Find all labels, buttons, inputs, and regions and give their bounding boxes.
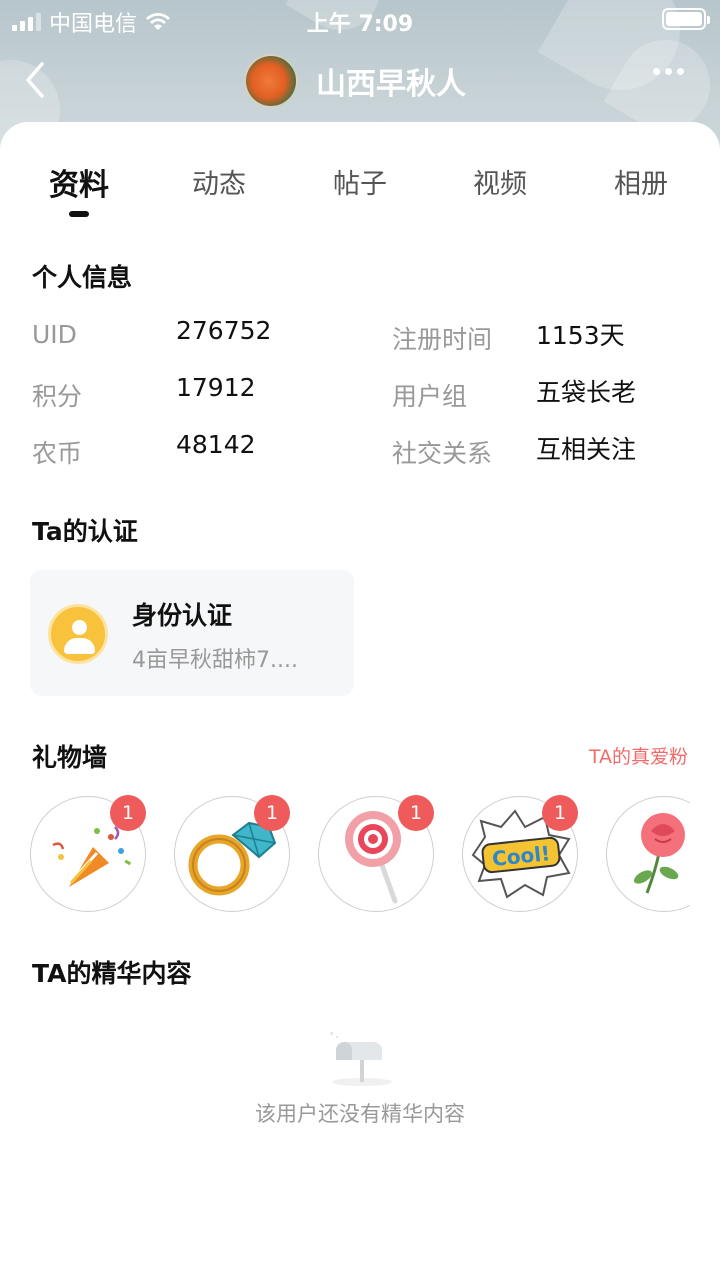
personal-info-title: 个人信息 [32,263,133,292]
back-arrow-icon[interactable] [22,60,52,100]
info-label-user-group: 用户组 [392,382,468,411]
certification-title: Ta的认证 [32,517,138,546]
info-label-coins: 农币 [32,439,83,468]
gift-count-badge: 1 [542,795,578,831]
tab-activity[interactable]: 动态 [164,162,274,201]
true-fans-link[interactable]: TA的真爱粉 [589,742,688,769]
info-value-register-time: 1153天 [536,321,625,350]
active-tab-indicator [69,211,89,217]
info-label-uid: UID [32,320,77,349]
more-options-icon[interactable] [653,68,684,75]
gift-count-badge: 1 [254,795,290,831]
info-row: 农币 48142 社交关系 互相关注 [0,426,720,468]
info-value-user-group: 五袋长老 [536,378,637,407]
battery-icon [662,8,710,30]
tab-posts[interactable]: 帖子 [305,162,415,201]
info-value-coins: 48142 [176,430,256,459]
info-label-social: 社交关系 [392,439,493,468]
info-value-points: 17912 [176,373,256,402]
identity-certification-card[interactable]: 身份认证 4亩早秋甜柿7.... [30,570,354,696]
info-value-social: 互相关注 [536,435,637,464]
cert-description: 4亩早秋甜柿7.... [132,648,298,673]
tab-profile[interactable]: 资料 [24,160,134,204]
cert-title: 身份认证 [132,601,233,630]
info-value-uid: 276752 [176,316,272,345]
gift-wall-title: 礼物墙 [32,743,108,772]
nav-user: 山西早秋人 [244,54,466,108]
info-label-points: 积分 [32,382,83,411]
status-bar: 中国电信 上午 7:09 [0,0,720,40]
gift-count-badge: 1 [398,795,434,831]
status-time: 上午 7:09 [306,12,414,37]
nav-title: 山西早秋人 [316,67,466,102]
gift-rose[interactable] [606,796,690,912]
gift-count-badge: 1 [110,795,146,831]
empty-mailbox-icon [330,1032,392,1086]
user-avatar[interactable] [244,54,298,108]
profile-card: 资料 动态 帖子 视频 相册 个人信息 UID 276752 注册时间 1153… [0,122,720,1280]
info-row: UID 276752 注册时间 1153天 [0,312,720,354]
info-label-register-time: 注册时间 [392,325,493,354]
tab-album[interactable]: 相册 [586,162,696,201]
empty-featured-text: 该用户还没有精华内容 [255,1102,465,1126]
info-row: 积分 17912 用户组 五袋长老 [0,369,720,411]
user-badge-icon [48,604,108,664]
rose-icon [633,813,685,894]
featured-content-title: TA的精华内容 [32,959,192,988]
tab-videos[interactable]: 视频 [445,162,555,201]
profile-tabs: 资料 动态 帖子 视频 相册 [0,162,720,222]
